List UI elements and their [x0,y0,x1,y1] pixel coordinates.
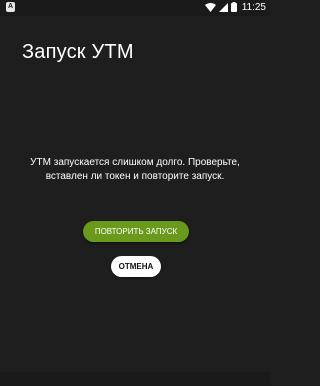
navigation-bar [0,372,270,386]
wifi-icon [204,0,216,17]
page-title: Запуск УТМ [22,41,134,63]
status-bar: A 11:25 [0,0,270,16]
status-message: УТМ запускается слишком долго. Проверьте… [30,157,240,182]
battery-icon [230,0,237,17]
retry-button[interactable]: ПОВТОРИТЬ ЗАПУСК [83,221,189,242]
app-screen: A 11:25 Запуск УТМ УТМ запускается слишк… [0,0,270,386]
status-time: 11:25 [241,2,266,13]
signal-icon [218,0,228,17]
a-app-icon: A [6,2,15,12]
cancel-button[interactable]: ОТМЕНА [111,256,161,277]
status-icons: 11:25 [204,0,266,17]
